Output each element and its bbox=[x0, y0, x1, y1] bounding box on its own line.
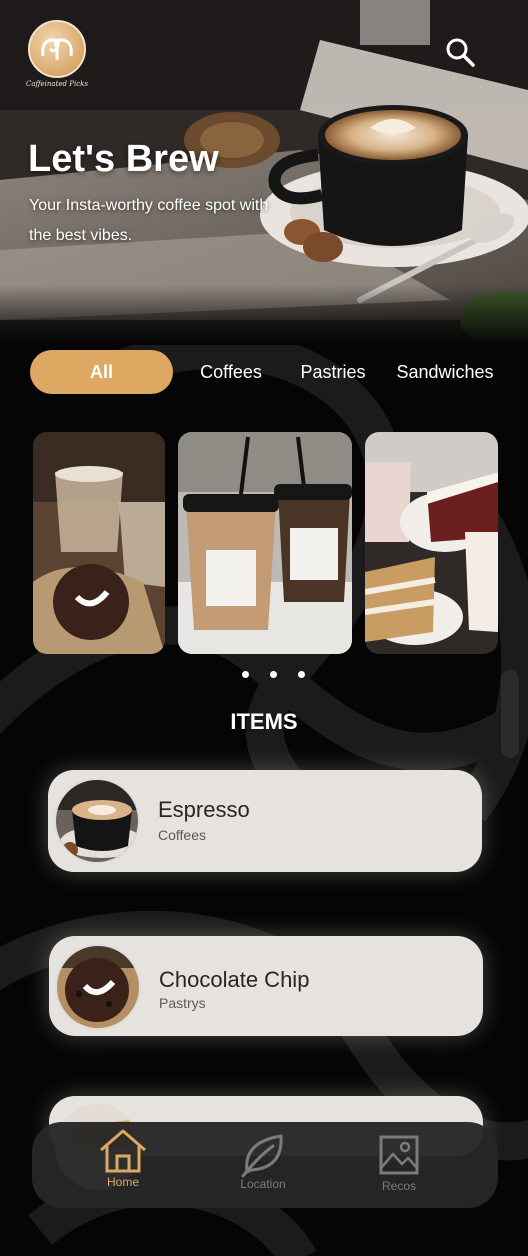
iced-coffee-cookie-photo bbox=[33, 432, 165, 654]
item-category: Pastrys bbox=[159, 995, 206, 1011]
nav-location-label: Location bbox=[240, 1177, 286, 1191]
hero-fade bbox=[0, 285, 528, 345]
leaf-icon bbox=[241, 1134, 283, 1178]
nav-location[interactable]: Location bbox=[218, 1122, 308, 1208]
espresso-thumbnail bbox=[54, 778, 140, 864]
carousel-slide-iced-coffees[interactable] bbox=[178, 432, 352, 654]
search-icon bbox=[446, 38, 475, 67]
carousel-dot-3[interactable] bbox=[298, 671, 305, 678]
chocolate-chip-thumbnail bbox=[55, 944, 141, 1030]
nav-home[interactable]: Home bbox=[78, 1122, 168, 1208]
tab-all[interactable]: All bbox=[30, 350, 173, 394]
items-section-title: ITEMS bbox=[230, 709, 298, 734]
search-button[interactable] bbox=[444, 36, 476, 68]
category-tabs: All Coffees Pastries Sandwiches bbox=[0, 350, 528, 396]
item-card-chocolate-chip[interactable]: Chocolate Chip Pastrys bbox=[49, 936, 483, 1036]
carousel-dots bbox=[0, 671, 528, 683]
tab-pastries[interactable]: Pastries bbox=[292, 350, 374, 394]
item-name: Chocolate Chip bbox=[159, 967, 310, 992]
chocolate-chip-photo bbox=[57, 946, 139, 1028]
carousel-slide-iced-coffee-cookie[interactable] bbox=[33, 432, 165, 654]
hero-title: Let's Brew bbox=[28, 138, 219, 180]
item-name: Espresso bbox=[158, 797, 250, 822]
carousel-slide-cakes[interactable] bbox=[365, 432, 498, 654]
carousel-dot-1[interactable] bbox=[242, 671, 249, 678]
nav-home-label: Home bbox=[106, 1175, 139, 1189]
logo-swirl-icon bbox=[41, 38, 73, 60]
carousel-dot-2[interactable] bbox=[270, 671, 277, 678]
item-card-espresso[interactable]: Espresso Coffees bbox=[48, 770, 482, 872]
nav-recos[interactable]: Recos bbox=[354, 1122, 444, 1208]
featured-carousel[interactable] bbox=[0, 432, 528, 657]
app-logo[interactable]: Caffeinated Picks bbox=[26, 20, 88, 90]
espresso-photo bbox=[56, 780, 138, 862]
home-icon bbox=[100, 1129, 146, 1173]
logo-text: Caffeinated Picks bbox=[26, 80, 88, 88]
logo-emblem bbox=[28, 20, 86, 78]
tab-coffees[interactable]: Coffees bbox=[190, 350, 272, 394]
iced-coffees-photo bbox=[178, 432, 352, 654]
item-category: Coffees bbox=[158, 827, 206, 843]
bottom-navigation: Home Location Recos bbox=[32, 1122, 498, 1208]
cakes-photo bbox=[365, 432, 498, 654]
hero-subtitle: Your Insta-worthy coffee spot with the b… bbox=[29, 197, 269, 244]
tab-sandwiches[interactable]: Sandwiches bbox=[390, 350, 500, 394]
image-icon bbox=[379, 1135, 419, 1175]
nav-recos-label: Recos bbox=[381, 1179, 416, 1193]
